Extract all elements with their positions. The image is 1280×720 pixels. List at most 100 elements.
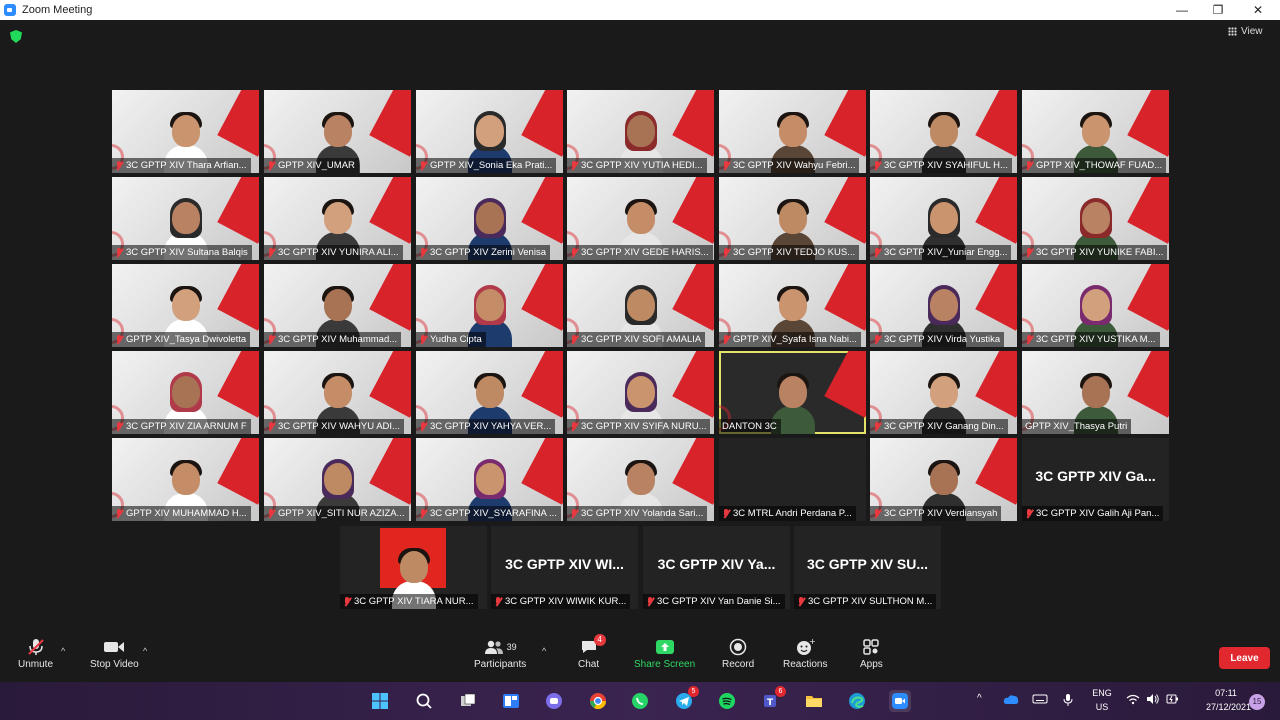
mic-muted-icon — [267, 160, 275, 171]
windows-taskbar: 5 T 6 ^ ENG US 07:11 27/12/2021 15 — [0, 682, 1280, 720]
participant-tile[interactable]: 3C GPTP XIV Yolanda Sari... — [567, 438, 714, 521]
stop-video-button[interactable]: Stop Video — [90, 638, 139, 670]
participant-tile[interactable]: 3C GPTP XIV GEDE HARIS... — [567, 177, 714, 260]
participant-tile[interactable]: 3C GPTP XIV TIARA NUR... — [340, 526, 487, 609]
participant-tile[interactable]: 3C GPTP XIV YUTIA HEDI... — [567, 90, 714, 173]
participant-tile[interactable]: GPTP XIV_SITI NUR AZIZA... — [264, 438, 411, 521]
participant-tile[interactable]: 3C GPTP XIV YUSTIKA M... — [1022, 264, 1169, 347]
participant-name-bar: 3C GPTP XIV ZIA ARNUM F — [112, 419, 251, 434]
record-button[interactable]: Record — [722, 638, 754, 670]
mic-muted-icon — [267, 508, 275, 519]
virtual-background-accent — [1127, 177, 1169, 244]
participant-tile[interactable]: 3C GPTP XIV WI... 3C GPTP XIV WIWIK KUR..… — [491, 526, 638, 609]
onedrive-cloud-icon[interactable] — [1003, 693, 1019, 708]
view-button[interactable]: View — [1228, 26, 1263, 37]
show-hidden-icons-chevron-icon[interactable]: ^ — [977, 693, 982, 704]
whatsapp-icon[interactable] — [629, 690, 651, 712]
participant-tile[interactable]: 3C MTRL Andri Perdana P... — [719, 438, 866, 521]
participant-tile[interactable]: 3C GPTP XIV SYIFA NURU... — [567, 351, 714, 434]
participant-tile[interactable]: DANTON 3C — [719, 351, 866, 434]
participant-tile[interactable]: GPTP XIV MUHAMMAD H... — [112, 438, 259, 521]
keyboard-icon[interactable] — [1032, 693, 1048, 708]
chat-button[interactable]: 4 Chat — [578, 634, 606, 670]
system-clock[interactable]: 07:11 27/12/2021 — [1206, 686, 1251, 714]
participant-tile[interactable]: GPTP XIV_Tasya Dwivoletta — [112, 264, 259, 347]
participant-tile[interactable]: GPTP XIV_UMAR — [264, 90, 411, 173]
chrome-icon[interactable] — [587, 690, 609, 712]
task-view-icon[interactable] — [457, 690, 479, 712]
participant-tile[interactable]: 3C GPTP XIV Zerini Venisa — [416, 177, 563, 260]
edge-icon[interactable] — [846, 690, 868, 712]
zoom-app-icon — [4, 4, 16, 16]
participant-tile[interactable]: 3C GPTP XIV Thara Arfian... — [112, 90, 259, 173]
battery-charging-icon[interactable] — [1166, 693, 1180, 708]
microphone-in-use-icon[interactable] — [1063, 693, 1073, 710]
participant-tile[interactable]: 3C GPTP XIV Virda Yustika — [870, 264, 1017, 347]
telegram-icon[interactable]: 5 — [673, 686, 699, 712]
teams-chat-icon[interactable] — [543, 690, 565, 712]
virtual-background-accent — [521, 438, 563, 505]
apps-button[interactable]: Apps — [860, 638, 883, 670]
participant-tile[interactable]: GPTP XIV_Sonia Eka Prati... — [416, 90, 563, 173]
participant-tile[interactable]: 3C GPTP XIV WAHYU ADI... — [264, 351, 411, 434]
participant-tile[interactable]: 3C GPTP XIV Verdiansyah — [870, 438, 1017, 521]
participant-name-bar: 3C GPTP XIV Zerini Venisa — [416, 245, 550, 260]
file-explorer-icon[interactable] — [803, 690, 825, 712]
participant-name-bar: GPTP XIV MUHAMMAD H... — [112, 506, 251, 521]
participant-tile[interactable]: 3C GPTP XIV Ganang Din... — [870, 351, 1017, 434]
zoom-taskbar-icon[interactable] — [889, 690, 911, 712]
participant-tile[interactable]: 3C GPTP XIV_SYARAFINA ... — [416, 438, 563, 521]
minimize-button[interactable]: — — [1164, 0, 1200, 20]
leave-button[interactable]: Leave — [1219, 647, 1270, 669]
participant-tile[interactable]: GPTP XIV_Thasya Putri — [1022, 351, 1169, 434]
mic-muted-icon — [267, 247, 275, 258]
shield-icon[interactable] — [10, 30, 22, 43]
mic-muted-icon — [1025, 334, 1033, 345]
participants-button[interactable]: 39 Participants — [474, 638, 526, 670]
virtual-background-accent — [672, 351, 714, 418]
participant-tile[interactable]: 3C GPTP XIV Sultana Balqis — [112, 177, 259, 260]
participants-options-chevron-icon[interactable]: ^ — [542, 646, 546, 656]
audio-options-chevron-icon[interactable]: ^ — [61, 646, 65, 656]
participant-tile[interactable]: 3C GPTP XIV Muhammad... — [264, 264, 411, 347]
widgets-icon[interactable] — [500, 690, 522, 712]
windows-start-icon[interactable] — [369, 690, 391, 712]
virtual-background-accent — [975, 177, 1017, 244]
virtual-background-accent — [369, 90, 411, 157]
mic-muted-icon — [267, 421, 275, 432]
spotify-icon[interactable] — [716, 690, 738, 712]
participant-tile[interactable]: GPTP XIV_Syafa Isna Nabi... — [719, 264, 866, 347]
search-icon[interactable] — [413, 690, 435, 712]
participant-name-bar: 3C GPTP XIV GEDE HARIS... — [567, 245, 713, 260]
participant-tile[interactable]: 3C GPTP XIV Ya... 3C GPTP XIV Yan Danie S… — [643, 526, 790, 609]
participant-tile[interactable]: 3C GPTP XIV YUNIKE FABI... — [1022, 177, 1169, 260]
participant-tile[interactable]: Yudha Cipta — [416, 264, 563, 347]
notification-center-badge[interactable]: 15 — [1249, 694, 1265, 710]
participant-tile[interactable]: 3C GPTP XIV YUNIRA ALI... — [264, 177, 411, 260]
participant-tile[interactable]: 3C GPTP XIV Ga... 3C GPTP XIV Galih Aji P… — [1022, 438, 1169, 521]
participant-tile[interactable]: 3C GPTP XIV SU... 3C GPTP XIV SULTHON M..… — [794, 526, 941, 609]
virtual-background-accent — [521, 177, 563, 244]
language-indicator[interactable]: ENG US — [1090, 686, 1114, 714]
keyboard-layout: US — [1095, 702, 1109, 712]
participant-name-bar: 3C GPTP XIV YUTIA HEDI... — [567, 158, 707, 173]
participant-tile[interactable]: 3C GPTP XIV SOFI AMALIA — [567, 264, 714, 347]
participant-tile[interactable]: GPTP XIV_THOWAF FUAD... — [1022, 90, 1169, 173]
ms-teams-icon[interactable]: T 6 — [760, 686, 786, 712]
video-options-chevron-icon[interactable]: ^ — [143, 646, 147, 656]
share-screen-button[interactable]: Share Screen — [634, 638, 695, 670]
mic-muted-icon — [570, 160, 578, 171]
reactions-button[interactable]: + Reactions — [783, 638, 827, 670]
wifi-icon[interactable] — [1126, 693, 1140, 708]
participant-tile[interactable]: 3C GPTP XIV ZIA ARNUM F — [112, 351, 259, 434]
participant-name: 3C GPTP XIV TEDJO KUS... — [733, 247, 856, 258]
participant-tile[interactable]: 3C GPTP XIV_Yuniar Engg... — [870, 177, 1017, 260]
participant-tile[interactable]: 3C GPTP XIV SYAHIFUL H... — [870, 90, 1017, 173]
unmute-button[interactable]: Unmute — [18, 638, 53, 670]
volume-icon[interactable] — [1146, 693, 1160, 708]
maximize-button[interactable]: ❐ — [1200, 0, 1236, 20]
participant-tile[interactable]: 3C GPTP XIV Wahyu Febri... — [719, 90, 866, 173]
close-button[interactable]: ✕ — [1240, 0, 1276, 20]
participant-tile[interactable]: 3C GPTP XIV TEDJO KUS... — [719, 177, 866, 260]
participant-tile[interactable]: 3C GPTP XIV YAHYA VER... — [416, 351, 563, 434]
